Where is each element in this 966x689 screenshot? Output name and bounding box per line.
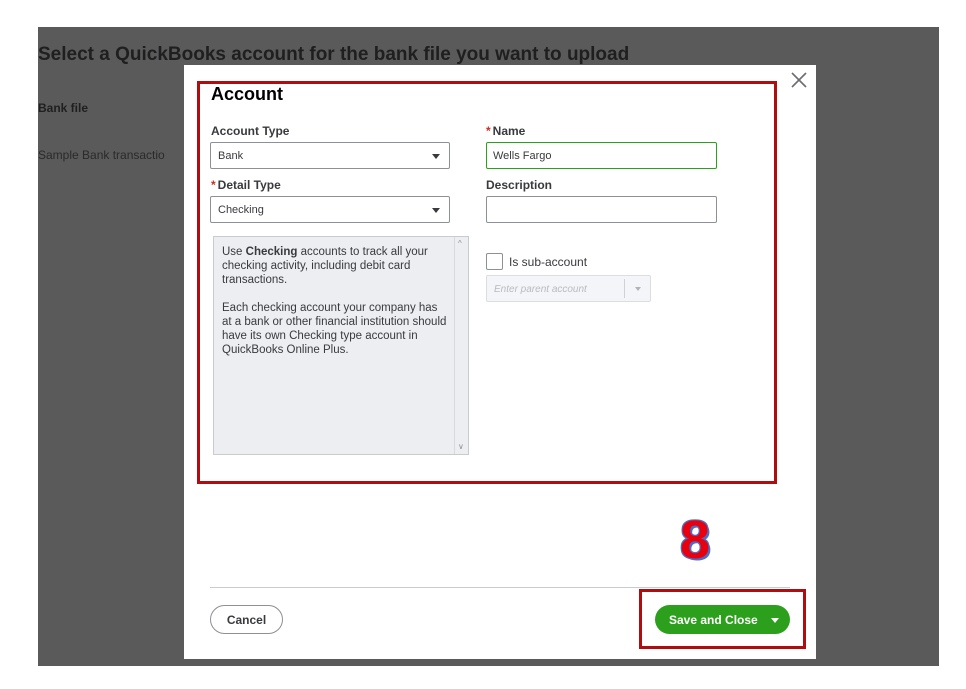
close-icon[interactable] xyxy=(789,70,809,90)
account-type-label: Account Type xyxy=(211,124,290,138)
chevron-down-icon xyxy=(432,154,440,159)
bank-file-name: Sample Bank transactio xyxy=(38,148,165,162)
detail-type-label: * Detail Type xyxy=(211,178,281,192)
parent-account-select: Enter parent account xyxy=(486,275,651,302)
detail-type-description: Use Checking accounts to track all your … xyxy=(213,236,469,455)
required-marker: * xyxy=(486,124,491,138)
detail-type-select[interactable]: Checking xyxy=(210,196,450,223)
name-input[interactable] xyxy=(486,142,717,169)
description-paragraph: Each checking account your company has a… xyxy=(222,302,447,356)
account-type-select[interactable]: Bank xyxy=(210,142,450,169)
scrollbar[interactable]: ^ ∨ xyxy=(454,237,468,454)
description-label: Description xyxy=(486,178,553,192)
parent-account-placeholder: Enter parent account xyxy=(494,284,587,295)
account-type-value: Bank xyxy=(218,150,244,162)
sub-account-checkbox[interactable] xyxy=(486,253,503,270)
name-label: * Name xyxy=(486,124,526,138)
footer-divider xyxy=(210,587,790,588)
description-input[interactable] xyxy=(486,196,717,223)
bank-file-label: Bank file xyxy=(38,101,89,115)
scroll-up-icon[interactable]: ^ xyxy=(458,240,462,248)
description-paragraph: Use Checking accounts to track all your … xyxy=(222,246,428,286)
scroll-down-icon[interactable]: ∨ xyxy=(458,443,464,451)
save-and-close-button[interactable]: Save and Close xyxy=(655,605,790,634)
chevron-down-icon[interactable] xyxy=(762,605,790,634)
sub-account-label: Is sub-account xyxy=(509,255,588,269)
chevron-down-icon xyxy=(432,208,440,213)
required-marker: * xyxy=(211,178,216,192)
save-and-close-label: Save and Close xyxy=(669,613,758,627)
dialog-title: Account xyxy=(211,84,283,104)
page-title: Select a QuickBooks account for the bank… xyxy=(38,44,630,65)
step-number-annotation: 8 xyxy=(680,510,711,570)
detail-type-value: Checking xyxy=(218,204,264,216)
cancel-button[interactable]: Cancel xyxy=(210,605,283,634)
chevron-down-icon xyxy=(635,287,641,291)
